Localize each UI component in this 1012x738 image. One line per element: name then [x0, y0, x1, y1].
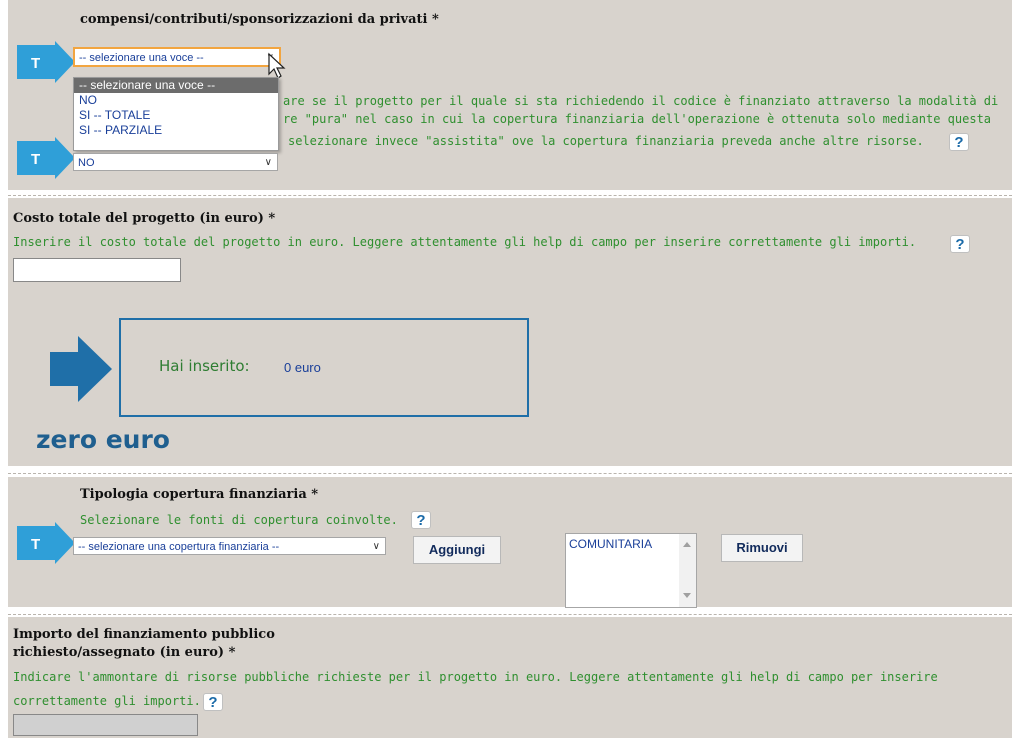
dropdown-option[interactable]: NO: [74, 93, 278, 108]
importo-input[interactable]: [13, 714, 198, 736]
copertura-select-value: -- selezionare una copertura finanziaria…: [78, 541, 280, 553]
t-marker-icon: T: [17, 522, 75, 564]
importo-help-line1: Indicare l'ammontare di risorse pubblich…: [13, 670, 938, 684]
svg-text:T: T: [31, 151, 40, 168]
divider: [8, 614, 1012, 615]
chevron-down-icon: ∨: [264, 157, 272, 168]
copertura-listbox[interactable]: COMUNITARIA: [565, 533, 697, 608]
private-funding-dropdown: -- selezionare una voce -- NO SI -- TOTA…: [73, 77, 279, 151]
second-select-value: NO: [78, 157, 95, 169]
private-funding-help-line1: are se il progetto per il quale si sta r…: [283, 94, 999, 108]
callout-value: 0 euro: [284, 360, 321, 375]
help-icon[interactable]: ?: [949, 133, 969, 151]
rimuovi-button[interactable]: Rimuovi: [721, 534, 803, 562]
zero-euro-text: zero euro: [36, 425, 170, 454]
help-icon[interactable]: ?: [203, 693, 223, 711]
tipologia-help: Selezionare le fonti di copertura coinvo…: [80, 513, 398, 527]
copertura-select[interactable]: -- selezionare una copertura finanziaria…: [73, 537, 386, 555]
t-marker-icon: T: [17, 137, 75, 179]
tipologia-label: Tipologia copertura finanziaria *: [80, 487, 319, 502]
costo-help: Inserire il costo totale del progetto in…: [13, 235, 917, 249]
mouse-cursor-icon: [268, 52, 286, 79]
divider: [8, 473, 1012, 474]
importo-label-line1: Importo del finanziamento pubblico: [13, 627, 275, 642]
svg-text:T: T: [31, 536, 40, 553]
svg-text:T: T: [31, 55, 40, 72]
t-marker-icon: T: [17, 41, 75, 83]
list-item[interactable]: COMUNITARIA: [569, 537, 652, 551]
aggiungi-button[interactable]: Aggiungi: [413, 536, 501, 564]
private-funding-select[interactable]: -- selezionare una voce -- ∨: [73, 47, 281, 67]
costo-input[interactable]: [13, 258, 181, 282]
chevron-down-icon: ∨: [372, 541, 380, 552]
private-funding-help-line3: selezionare invece "assistita" ove la co…: [288, 134, 924, 148]
second-select[interactable]: NO ∨: [73, 153, 278, 171]
dropdown-option[interactable]: -- selezionare una voce --: [74, 78, 278, 93]
dropdown-option[interactable]: SI -- PARZIALE: [74, 123, 278, 138]
costo-label: Costo totale del progetto (in euro) *: [13, 211, 276, 226]
scroll-down-icon[interactable]: [683, 593, 691, 598]
private-funding-help-line2: re "pura" nel caso in cui la copertura f…: [283, 112, 992, 126]
callout-label: Hai inserito:: [159, 357, 250, 375]
help-icon[interactable]: ?: [950, 235, 970, 253]
private-funding-label: compensi/contributi/sponsorizzazioni da …: [80, 12, 439, 27]
pointer-arrow-icon: [50, 336, 112, 402]
importo-help-line2: correttamente gli importi.: [13, 694, 201, 708]
dropdown-option[interactable]: SI -- TOTALE: [74, 108, 278, 123]
help-icon[interactable]: ?: [411, 511, 431, 529]
importo-label-line2: richiesto/assegnato (in euro) *: [13, 645, 236, 660]
private-funding-select-value: -- selezionare una voce --: [79, 52, 204, 64]
scroll-up-icon[interactable]: [683, 542, 691, 547]
scrollbar[interactable]: [679, 534, 696, 607]
divider: [8, 195, 1012, 196]
